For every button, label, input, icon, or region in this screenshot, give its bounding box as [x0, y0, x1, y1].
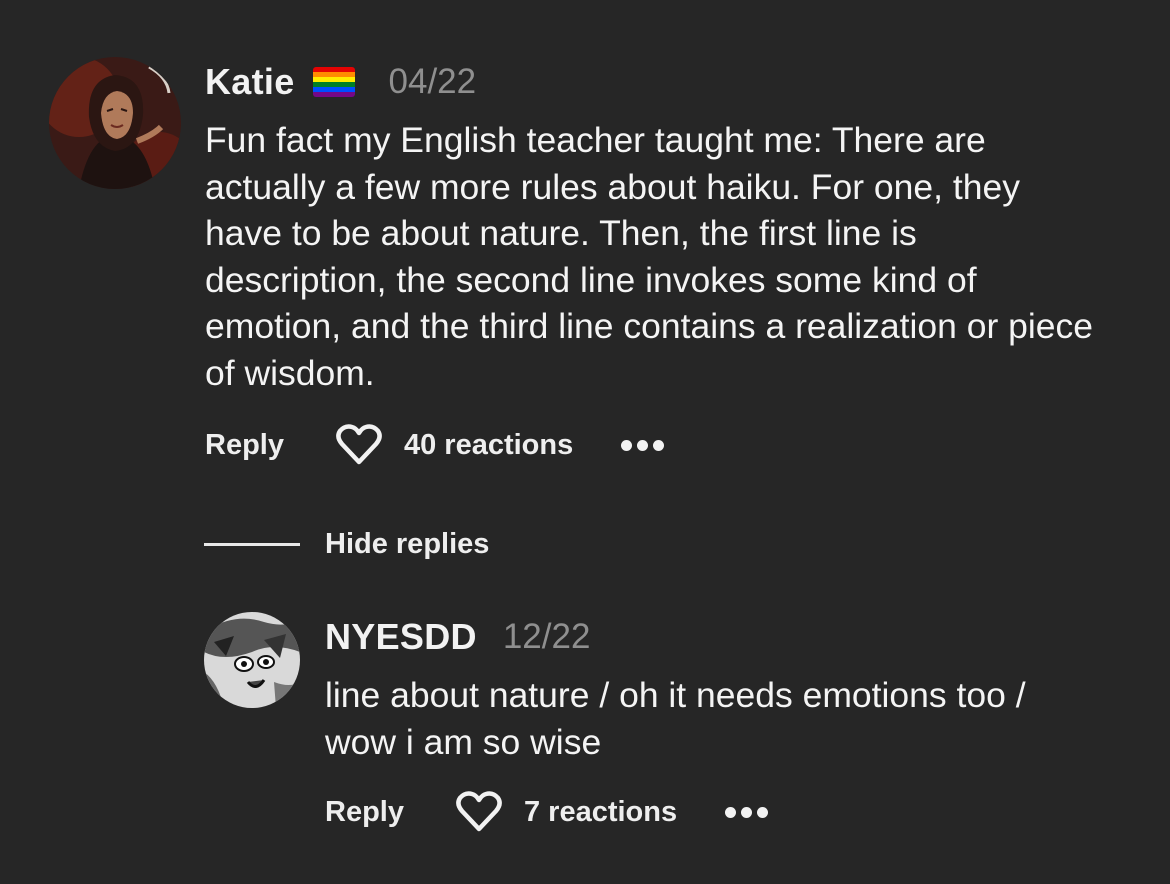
reply-date: 12/22	[502, 617, 591, 656]
reply-username[interactable]: NYESDD	[325, 616, 477, 658]
username[interactable]: Katie	[205, 61, 295, 103]
dot	[741, 806, 753, 818]
dot	[725, 806, 737, 818]
reactions-count[interactable]: 40 reactions	[404, 429, 573, 462]
reply-actions: Reply 7 reactions	[325, 787, 769, 837]
heart-icon[interactable]	[454, 789, 504, 835]
hide-replies-button[interactable]: Hide replies	[204, 528, 489, 561]
more-options-icon[interactable]	[725, 806, 769, 818]
reply-button[interactable]: Reply	[325, 796, 404, 829]
heart-icon[interactable]	[334, 422, 384, 468]
hide-replies-label: Hide replies	[325, 528, 490, 560]
reply-header: NYESDD 12/22	[325, 615, 590, 659]
comment-actions: Reply 40 reactions	[205, 420, 665, 470]
comment-header: Katie 04/22	[205, 60, 476, 104]
reactions-count[interactable]: 7 reactions	[524, 796, 677, 829]
comment-text: Fun fact my English teacher taught me: T…	[205, 120, 1094, 393]
rainbow-flag-icon	[312, 67, 355, 97]
avatar[interactable]	[49, 57, 181, 189]
dot	[757, 806, 769, 818]
comment-date: 04/22	[388, 62, 477, 101]
reply-avatar[interactable]	[204, 612, 300, 708]
divider-line	[204, 543, 300, 546]
reply-button[interactable]: Reply	[205, 429, 284, 462]
reply-text: line about nature / oh it needs emotions…	[325, 675, 1026, 762]
dot	[637, 439, 649, 451]
dot	[621, 439, 633, 451]
more-options-icon[interactable]	[621, 439, 665, 451]
dot	[653, 439, 665, 451]
